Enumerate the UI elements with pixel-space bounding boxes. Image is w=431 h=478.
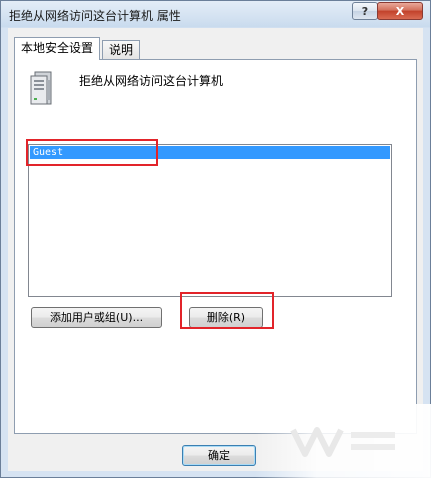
server-tower-icon: [30, 71, 52, 105]
watermark-logo-icon: [290, 427, 395, 457]
tab-panel: 拒绝从网络访问这台计算机 Guest 添加用户或组(U)... 删除(R): [14, 59, 417, 434]
highlight-remove-box: [180, 292, 274, 329]
highlight-guest-box: [26, 139, 158, 166]
user-group-list[interactable]: Guest: [28, 144, 392, 297]
tab-explain[interactable]: 说明: [102, 40, 141, 61]
help-icon: ?: [361, 4, 369, 18]
close-icon: X: [395, 4, 405, 18]
policy-title: 拒绝从网络访问这台计算机: [79, 74, 224, 88]
window-title: 拒绝从网络访问这台计算机 属性: [9, 9, 181, 23]
ok-button[interactable]: 确定: [182, 445, 256, 466]
close-button[interactable]: X: [377, 2, 423, 20]
watermark: [255, 404, 431, 478]
add-user-or-group-button[interactable]: 添加用户或组(U)...: [31, 307, 162, 328]
help-button[interactable]: ?: [352, 2, 378, 20]
tab-local-security-setting[interactable]: 本地安全设置: [14, 37, 101, 60]
title-bar[interactable]: 拒绝从网络访问这台计算机 属性 ? X: [1, 1, 430, 28]
